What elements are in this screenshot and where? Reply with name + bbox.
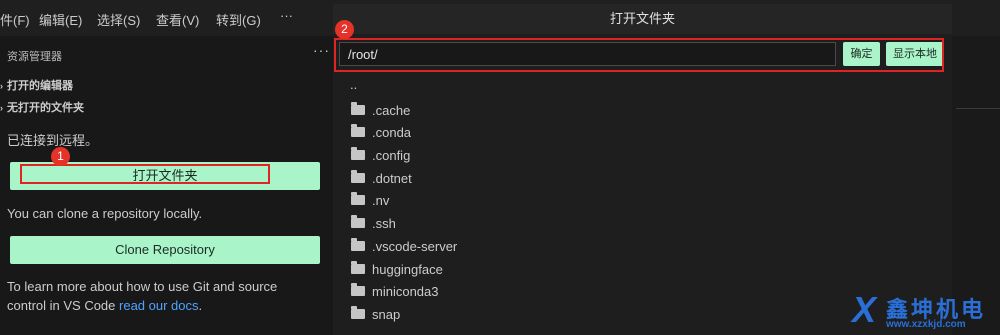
read-docs-link[interactable]: read our docs (119, 298, 199, 313)
explorer-sidebar: 资源管理器 ··· › 打开的编辑器 › 无打开的文件夹 已连接到远程。 打开文件夹… (0, 36, 333, 335)
menu-more-icon[interactable]: ··· (280, 8, 293, 23)
folder-item[interactable]: .conda (333, 121, 952, 144)
learn-text-line2: control in VS Code (7, 298, 120, 313)
folder-name: miniconda3 (372, 284, 439, 300)
connected-remote-text: 已连接到远程。 (7, 133, 99, 148)
folder-item[interactable]: .config (333, 144, 952, 167)
learn-text-end: . (198, 298, 203, 313)
chevron-down-icon: › (0, 103, 3, 113)
folder-icon (351, 124, 365, 138)
folder-name: .dotnet (372, 170, 412, 186)
dialog-title: 打开文件夹 (333, 4, 952, 34)
menu-view[interactable]: 查看(V) (156, 10, 199, 29)
folder-name: .conda (372, 125, 412, 141)
folder-name: snap (372, 306, 401, 322)
parent-directory-label: .. (350, 77, 358, 92)
section-label: 无打开的文件夹 (7, 102, 84, 114)
folder-item[interactable]: huggingface (333, 258, 952, 281)
divider (956, 108, 1000, 109)
annotation-box-1 (20, 164, 270, 184)
watermark-url: www.xzxkjd.com (886, 319, 966, 330)
folder-name: .cache (372, 102, 411, 118)
folder-icon (351, 260, 365, 274)
annotation-badge-1: 1 (51, 147, 70, 166)
folder-icon (351, 237, 365, 251)
annotation-box-2 (334, 38, 944, 72)
explorer-title: 资源管理器 (7, 51, 62, 63)
menu-edit[interactable]: 编辑(E) (39, 10, 82, 29)
watermark-x-icon: X (852, 289, 877, 330)
clone-repository-button[interactable]: Clone Repository (10, 236, 320, 264)
section-open-editors[interactable]: › 打开的编辑器 (0, 77, 73, 93)
explorer-more-icon[interactable]: ··· (313, 42, 330, 58)
folder-name: .ssh (372, 216, 396, 232)
watermark-logo: X 鑫坤机电 www.xzxkjd.com (852, 290, 1000, 335)
chevron-right-icon: › (0, 81, 3, 91)
menu-selection[interactable]: 选择(S) (97, 10, 140, 29)
folder-icon (351, 147, 365, 161)
folder-icon (351, 101, 365, 115)
folder-icon (351, 215, 365, 229)
folder-name: .config (372, 148, 411, 164)
folder-name: huggingface (372, 261, 443, 277)
folder-item[interactable]: .ssh (333, 212, 952, 235)
folder-icon (351, 283, 365, 297)
annotation-badge-2: 2 (335, 20, 354, 39)
folder-item[interactable]: .cache (333, 99, 952, 122)
menu-go[interactable]: 转到(G) (216, 10, 261, 29)
learn-more-text: To learn more about how to use Git and s… (7, 277, 327, 315)
folder-item[interactable]: .nv (333, 189, 952, 212)
folder-icon (351, 169, 365, 183)
folder-item[interactable]: .dotnet (333, 167, 952, 190)
folder-icon (351, 305, 365, 319)
clone-info-text: You can clone a repository locally. (7, 206, 203, 221)
folder-item[interactable]: .vscode-server (333, 235, 952, 258)
section-no-folder[interactable]: › 无打开的文件夹 (0, 99, 84, 115)
folder-icon (351, 192, 365, 206)
learn-text-line1: To learn more about how to use Git and s… (7, 279, 278, 294)
folder-name: .vscode-server (372, 238, 458, 254)
section-label: 打开的编辑器 (7, 80, 73, 92)
folder-name: .nv (372, 193, 390, 209)
menu-file[interactable]: 件(F) (0, 10, 30, 29)
parent-directory-item[interactable]: .. (333, 76, 952, 99)
